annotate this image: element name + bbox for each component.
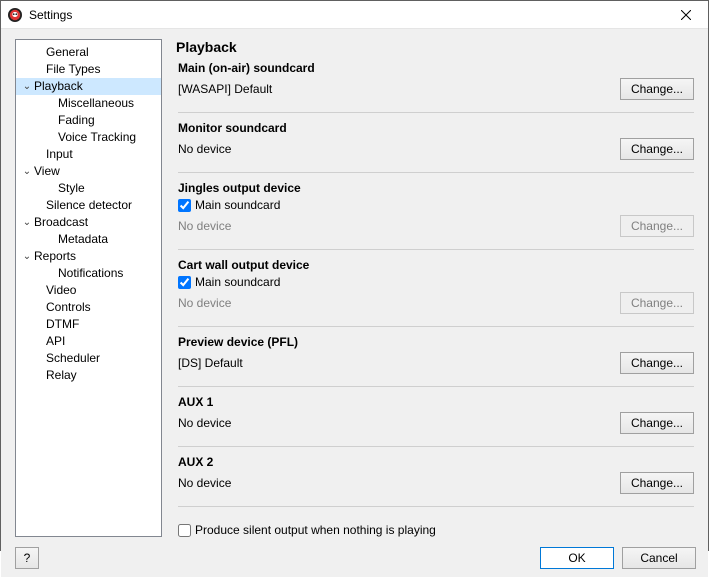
nav-item-label: Metadata: [58, 231, 108, 248]
checkbox-label: Main soundcard: [195, 198, 280, 212]
nav-item-video[interactable]: Video: [16, 282, 161, 299]
nav-item-label: Style: [58, 180, 85, 197]
help-button[interactable]: ?: [15, 547, 39, 569]
nav-item-style[interactable]: Style: [16, 180, 161, 197]
section-title: Cart wall output device: [178, 258, 694, 272]
section-preview-device: Preview device (PFL) [DS] Default Change…: [178, 335, 694, 374]
nav-item-relay[interactable]: Relay: [16, 367, 161, 384]
close-button[interactable]: [664, 1, 708, 29]
change-aux2-button[interactable]: Change...: [620, 472, 694, 494]
divider: [178, 112, 694, 113]
nav-item-label: DTMF: [46, 316, 79, 333]
checkbox-label: Main soundcard: [195, 275, 280, 289]
section-title: AUX 1: [178, 395, 694, 409]
divider: [178, 249, 694, 250]
chevron-down-icon: ⌄: [22, 163, 32, 180]
change-main-soundcard-button[interactable]: Change...: [620, 78, 694, 100]
settings-page: Playback Main (on-air) soundcard [WASAPI…: [174, 39, 698, 537]
nav-item-reports[interactable]: ⌄Reports: [16, 248, 161, 265]
nav-item-notifications[interactable]: Notifications: [16, 265, 161, 282]
section-jingles-output: Jingles output device Main soundcard No …: [178, 181, 694, 237]
main-soundcard-value: [WASAPI] Default: [178, 82, 612, 96]
section-cart-wall-output: Cart wall output device Main soundcard N…: [178, 258, 694, 314]
silent-output-row: Produce silent output when nothing is pl…: [178, 523, 694, 537]
nav-item-label: Miscellaneous: [58, 95, 134, 112]
nav-item-dtmf[interactable]: DTMF: [16, 316, 161, 333]
app-icon: [7, 7, 23, 23]
window-title: Settings: [29, 8, 664, 22]
chevron-down-icon: ⌄: [22, 214, 32, 231]
section-title: Jingles output device: [178, 181, 694, 195]
nav-item-label: Notifications: [58, 265, 123, 282]
divider: [178, 326, 694, 327]
nav-item-label: Voice Tracking: [58, 129, 136, 146]
nav-item-label: Input: [46, 146, 73, 163]
nav-item-playback[interactable]: ⌄Playback: [16, 78, 161, 95]
chevron-down-icon: ⌄: [22, 248, 32, 265]
titlebar: Settings: [1, 1, 708, 29]
divider: [178, 172, 694, 173]
cart-main-soundcard-checkbox[interactable]: [178, 276, 191, 289]
section-title: Preview device (PFL): [178, 335, 694, 349]
nav-item-fading[interactable]: Fading: [16, 112, 161, 129]
divider: [178, 446, 694, 447]
divider: [178, 506, 694, 507]
page-title: Playback: [176, 39, 694, 55]
section-title: AUX 2: [178, 455, 694, 469]
chevron-down-icon: ⌄: [22, 78, 32, 95]
nav-item-input[interactable]: Input: [16, 146, 161, 163]
jingles-main-soundcard-checkbox[interactable]: [178, 199, 191, 212]
nav-item-label: File Types: [46, 61, 100, 78]
nav-item-label: Controls: [46, 299, 91, 316]
nav-item-file-types[interactable]: File Types: [16, 61, 161, 78]
change-aux1-button[interactable]: Change...: [620, 412, 694, 434]
aux2-value: No device: [178, 476, 612, 490]
nav-item-label: Video: [46, 282, 76, 299]
dialog-footer: ? OK Cancel: [1, 547, 708, 577]
cart-wall-output-value: No device: [178, 296, 612, 310]
settings-nav-tree[interactable]: GeneralFile Types⌄PlaybackMiscellaneousF…: [15, 39, 162, 537]
section-title: Monitor soundcard: [178, 121, 694, 135]
section-monitor-soundcard: Monitor soundcard No device Change...: [178, 121, 694, 160]
nav-item-label: General: [46, 44, 89, 61]
nav-item-voice-tracking[interactable]: Voice Tracking: [16, 129, 161, 146]
divider: [178, 386, 694, 387]
nav-item-scheduler[interactable]: Scheduler: [16, 350, 161, 367]
nav-item-label: Playback: [34, 78, 83, 95]
monitor-soundcard-value: No device: [178, 142, 612, 156]
nav-item-label: Scheduler: [46, 350, 100, 367]
change-jingles-output-button: Change...: [620, 215, 694, 237]
nav-item-label: Relay: [46, 367, 77, 384]
change-cart-wall-output-button: Change...: [620, 292, 694, 314]
preview-device-value: [DS] Default: [178, 356, 612, 370]
close-icon: [681, 10, 691, 20]
change-preview-device-button[interactable]: Change...: [620, 352, 694, 374]
nav-item-label: Broadcast: [34, 214, 88, 231]
nav-item-label: API: [46, 333, 65, 350]
jingles-output-value: No device: [178, 219, 612, 233]
section-main-soundcard: Main (on-air) soundcard [WASAPI] Default…: [178, 61, 694, 100]
nav-item-general[interactable]: General: [16, 44, 161, 61]
nav-item-label: Fading: [58, 112, 95, 129]
silent-output-checkbox[interactable]: [178, 524, 191, 537]
nav-item-controls[interactable]: Controls: [16, 299, 161, 316]
nav-item-api[interactable]: API: [16, 333, 161, 350]
nav-item-view[interactable]: ⌄View: [16, 163, 161, 180]
ok-button[interactable]: OK: [540, 547, 614, 569]
nav-item-label: Reports: [34, 248, 76, 265]
section-aux1: AUX 1 No device Change...: [178, 395, 694, 434]
nav-item-miscellaneous[interactable]: Miscellaneous: [16, 95, 161, 112]
aux1-value: No device: [178, 416, 612, 430]
nav-item-silence-detector[interactable]: Silence detector: [16, 197, 161, 214]
section-aux2: AUX 2 No device Change...: [178, 455, 694, 494]
nav-item-label: View: [34, 163, 60, 180]
change-monitor-soundcard-button[interactable]: Change...: [620, 138, 694, 160]
cancel-button[interactable]: Cancel: [622, 547, 696, 569]
section-title: Main (on-air) soundcard: [178, 61, 694, 75]
nav-item-label: Silence detector: [46, 197, 132, 214]
silent-output-label: Produce silent output when nothing is pl…: [195, 523, 436, 537]
nav-item-broadcast[interactable]: ⌄Broadcast: [16, 214, 161, 231]
nav-item-metadata[interactable]: Metadata: [16, 231, 161, 248]
